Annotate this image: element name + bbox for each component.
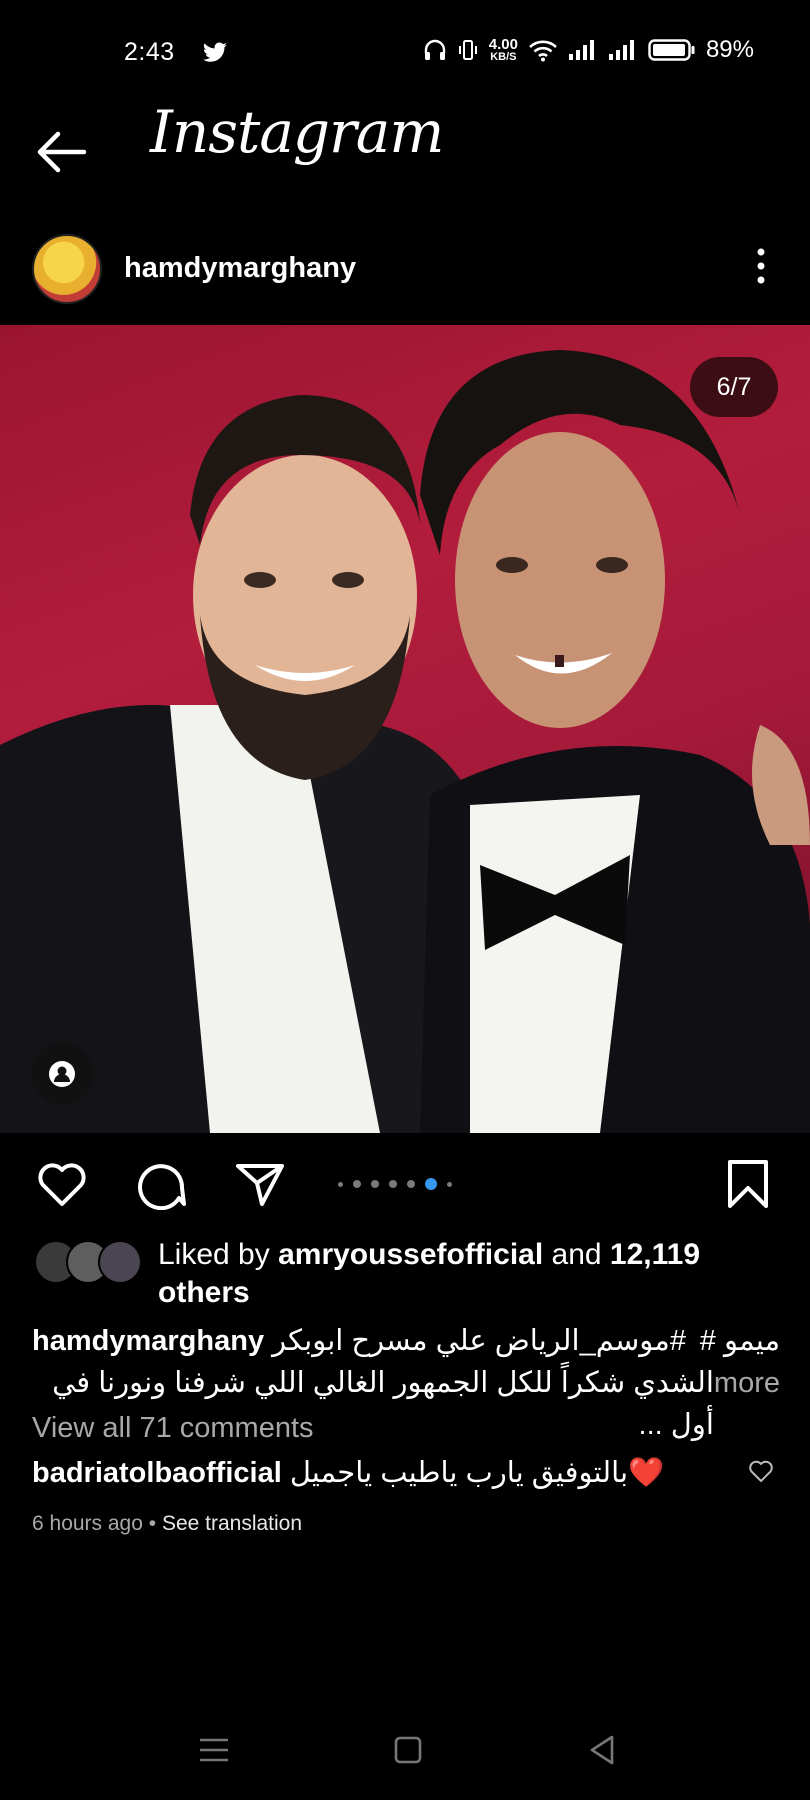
signal-icon — [568, 40, 594, 60]
back-triangle-icon[interactable] — [584, 1732, 620, 1768]
slide-counter: 6/7 — [690, 357, 778, 417]
wifi-icon — [529, 40, 557, 62]
view-all-comments-link[interactable]: View all 71 comments — [32, 1412, 314, 1445]
vibrate-icon — [458, 40, 477, 60]
back-arrow-icon[interactable] — [34, 122, 90, 178]
status-icons: 4.00 KB/S 89% — [423, 36, 754, 64]
post-time: 6 hours ago — [32, 1512, 143, 1535]
avatar — [98, 1240, 142, 1284]
menu-icon[interactable] — [196, 1732, 232, 1768]
app-brand-logo: Instagram — [150, 98, 444, 166]
likes-count[interactable]: 12,119 — [610, 1238, 700, 1271]
battery-icon — [648, 39, 695, 61]
likes-middle: and — [543, 1238, 610, 1271]
post-username[interactable]: hamdymarghany — [124, 252, 356, 285]
carousel-dot — [371, 1180, 379, 1188]
photo-illustration — [0, 350, 810, 1133]
home-square-icon[interactable] — [390, 1732, 426, 1768]
tag-person-icon — [49, 1061, 75, 1087]
avatar[interactable] — [32, 234, 102, 304]
comment-preview: badriatolbaofficial بالتوفيق يارب ياطيب … — [32, 1455, 732, 1490]
carousel-dot — [407, 1180, 415, 1188]
meta-separator: • — [142, 1512, 162, 1535]
liker-username[interactable]: amryoussefofficial — [278, 1238, 543, 1271]
share-icon[interactable] — [234, 1158, 286, 1210]
carousel-dot — [338, 1181, 343, 1187]
status-time: 2:43 — [124, 38, 175, 66]
carousel-dot-active — [425, 1178, 437, 1190]
tagged-people-button[interactable] — [31, 1043, 93, 1105]
carousel-dot — [389, 1180, 397, 1188]
caption-more-link[interactable]: more — [714, 1362, 780, 1446]
caption-username[interactable]: hamdymarghany — [32, 1325, 264, 1357]
twitter-icon — [203, 42, 227, 62]
more-vertical-icon[interactable] — [746, 246, 776, 286]
post-meta: 6 hours ago • See translation — [32, 1512, 302, 1536]
comment-username[interactable]: badriatolbaofficial — [32, 1457, 282, 1489]
likes-summary[interactable]: Liked by amryoussefofficial and 12,119 o… — [158, 1236, 778, 1312]
signal-icon — [608, 40, 634, 60]
comment-text: بالتوفيق يارب ياطيب ياجميل — [289, 1457, 629, 1489]
liker-avatars[interactable] — [34, 1240, 142, 1284]
caption-text-1-end: ميمو # — [699, 1325, 780, 1357]
bookmark-icon[interactable] — [722, 1158, 774, 1210]
network-speed: 4.00 KB/S — [488, 35, 518, 63]
comment-icon[interactable] — [136, 1158, 188, 1210]
carousel-indicator — [338, 1178, 452, 1190]
heart-icon[interactable] — [36, 1158, 88, 1210]
post-photo[interactable] — [0, 325, 810, 1133]
headphones-icon — [424, 39, 445, 60]
red-heart-emoji: ❤️ — [628, 1457, 665, 1489]
likes-prefix: Liked by — [158, 1238, 279, 1271]
caption-text-1: #موسم_الرياض علي مسرح ابوبكر — [272, 1325, 686, 1357]
likes-others[interactable]: others — [158, 1276, 250, 1309]
battery-percent: 89% — [705, 36, 754, 63]
heart-icon[interactable] — [748, 1458, 774, 1484]
carousel-dot — [447, 1181, 452, 1187]
see-translation-link[interactable]: See translation — [162, 1512, 302, 1535]
carousel-dot — [353, 1180, 361, 1188]
